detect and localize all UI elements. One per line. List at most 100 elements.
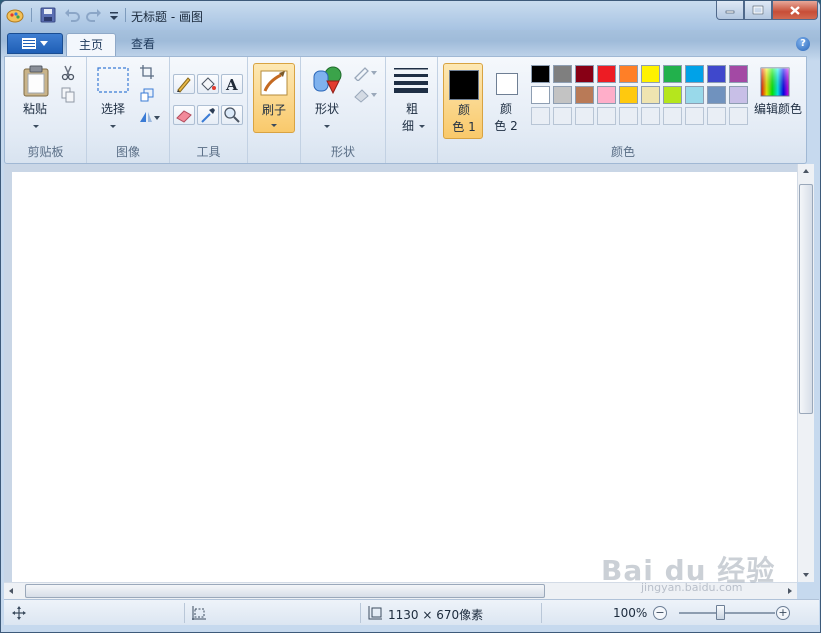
- zoom-in-button[interactable]: +: [776, 606, 790, 620]
- shapes-dropdown-arrow[interactable]: [324, 125, 330, 128]
- tools-group-label: 工具: [196, 145, 221, 159]
- edit-colors-label: 编辑颜色: [753, 102, 802, 116]
- horizontal-scroll-thumb[interactable]: [25, 584, 545, 598]
- window-title: 无标题 - 画图: [131, 10, 203, 24]
- palette-swatch[interactable]: [553, 86, 572, 104]
- shapes-icon: [313, 66, 342, 95]
- palette-swatch[interactable]: [641, 65, 660, 83]
- palette-custom-slot[interactable]: [663, 107, 682, 125]
- magnifier-tool[interactable]: [221, 105, 243, 125]
- palette-swatch[interactable]: [531, 86, 550, 104]
- colors-group: 颜 色 1 颜 色 2 编辑颜色 颜色: [438, 57, 808, 163]
- save-icon[interactable]: [39, 6, 57, 24]
- canvas-size-text: 1130 × 670像素: [388, 608, 484, 622]
- select-dropdown-arrow[interactable]: [110, 125, 116, 128]
- vertical-scrollbar[interactable]: [797, 164, 814, 582]
- palette-swatch[interactable]: [597, 86, 616, 104]
- paste-button[interactable]: 粘贴: [15, 101, 55, 117]
- palette-swatch[interactable]: [729, 65, 748, 83]
- color-picker-tool[interactable]: [197, 105, 219, 125]
- palette-swatch[interactable]: [575, 86, 594, 104]
- palette-swatch[interactable]: [663, 86, 682, 104]
- cut-icon[interactable]: [60, 65, 76, 81]
- vertical-scroll-thumb[interactable]: [799, 184, 813, 414]
- tools-group: A 工具: [170, 57, 248, 163]
- customize-dropdown-icon[interactable]: [105, 6, 123, 24]
- image-group: 选择 图像: [87, 57, 170, 163]
- zoom-slider-thumb[interactable]: [716, 605, 725, 620]
- eraser-icon: [176, 110, 192, 123]
- rotate-icon[interactable]: [138, 110, 160, 124]
- scroll-down-icon[interactable]: [803, 573, 809, 577]
- palette-swatch[interactable]: [619, 65, 638, 83]
- palette-swatch[interactable]: [685, 86, 704, 104]
- zoom-slider-track[interactable]: [679, 612, 775, 614]
- palette-swatch[interactable]: [685, 65, 704, 83]
- color1-button[interactable]: 颜 色 1: [443, 63, 483, 139]
- redo-icon[interactable]: [85, 6, 103, 24]
- shapes-group-label: 形状: [330, 145, 355, 159]
- palette-custom-slot[interactable]: [553, 107, 572, 125]
- close-button[interactable]: [772, 1, 818, 20]
- clipboard-group: 粘贴 剪贴板: [5, 57, 87, 163]
- selection-size-icon: [192, 606, 206, 620]
- palette-custom-slot[interactable]: [575, 107, 594, 125]
- paste-icon: [23, 65, 49, 97]
- palette-custom-slot[interactable]: [597, 107, 616, 125]
- crop-icon[interactable]: [140, 65, 154, 79]
- close-icon: [790, 5, 800, 15]
- palette-swatch[interactable]: [575, 65, 594, 83]
- fill-bucket-icon: [201, 77, 216, 91]
- color2-label-line1: 颜: [499, 102, 512, 116]
- palette-swatch[interactable]: [619, 86, 638, 104]
- image-group-label: 图像: [115, 145, 140, 159]
- palette-swatch[interactable]: [531, 65, 550, 83]
- palette-custom-slot[interactable]: [531, 107, 550, 125]
- scroll-right-icon[interactable]: [788, 588, 792, 594]
- palette-custom-slot[interactable]: [707, 107, 726, 125]
- title-bar: 无标题 - 画图: [1, 1, 820, 30]
- color2-label-line2: 色 2: [494, 119, 518, 133]
- drawing-canvas[interactable]: [12, 172, 797, 582]
- outline-icon[interactable]: [352, 65, 378, 81]
- scroll-left-icon[interactable]: [9, 588, 13, 594]
- palette-swatch[interactable]: [597, 65, 616, 83]
- color1-label-line2: 色 1: [452, 120, 476, 134]
- maximize-button[interactable]: [744, 1, 772, 20]
- status-separator: [541, 603, 542, 623]
- paint-app-icon[interactable]: [6, 7, 24, 23]
- palette-custom-slot[interactable]: [685, 107, 704, 125]
- select-button[interactable]: 选择: [92, 101, 134, 117]
- colors-group-label: 颜色: [610, 145, 635, 159]
- palette-swatch[interactable]: [707, 86, 726, 104]
- pencil-tool[interactable]: [173, 74, 195, 94]
- copy-icon[interactable]: [60, 87, 76, 103]
- minimize-button[interactable]: [716, 1, 744, 20]
- resize-icon[interactable]: [140, 88, 154, 102]
- paste-dropdown-arrow[interactable]: [33, 125, 39, 128]
- palette-custom-slot[interactable]: [641, 107, 660, 125]
- fill-shape-icon[interactable]: [352, 87, 378, 103]
- zoom-out-button[interactable]: −: [653, 606, 667, 620]
- tab-view[interactable]: 查看: [119, 33, 167, 56]
- chevron-down-icon: [40, 41, 48, 46]
- fill-tool[interactable]: [197, 74, 219, 94]
- eraser-tool[interactable]: [173, 105, 195, 125]
- text-tool[interactable]: A: [221, 74, 243, 94]
- undo-icon[interactable]: [63, 6, 81, 24]
- palette-swatch[interactable]: [641, 86, 660, 104]
- edit-colors-button[interactable]: 编辑颜色: [750, 63, 806, 139]
- size-group[interactable]: 粗 细: [386, 57, 438, 163]
- scroll-up-icon[interactable]: [803, 169, 809, 173]
- magnifier-icon: [224, 107, 240, 123]
- color2-button[interactable]: 颜 色 2: [486, 63, 526, 139]
- application-menu-button[interactable]: [7, 33, 63, 54]
- shapes-button[interactable]: 形状: [306, 101, 348, 117]
- palette-swatch[interactable]: [553, 65, 572, 83]
- tab-home[interactable]: 主页: [66, 33, 117, 56]
- help-icon[interactable]: ?: [796, 37, 810, 51]
- palette-swatch[interactable]: [663, 65, 682, 83]
- palette-custom-slot[interactable]: [619, 107, 638, 125]
- palette-swatch[interactable]: [707, 65, 726, 83]
- canvas-workspace: [4, 164, 797, 582]
